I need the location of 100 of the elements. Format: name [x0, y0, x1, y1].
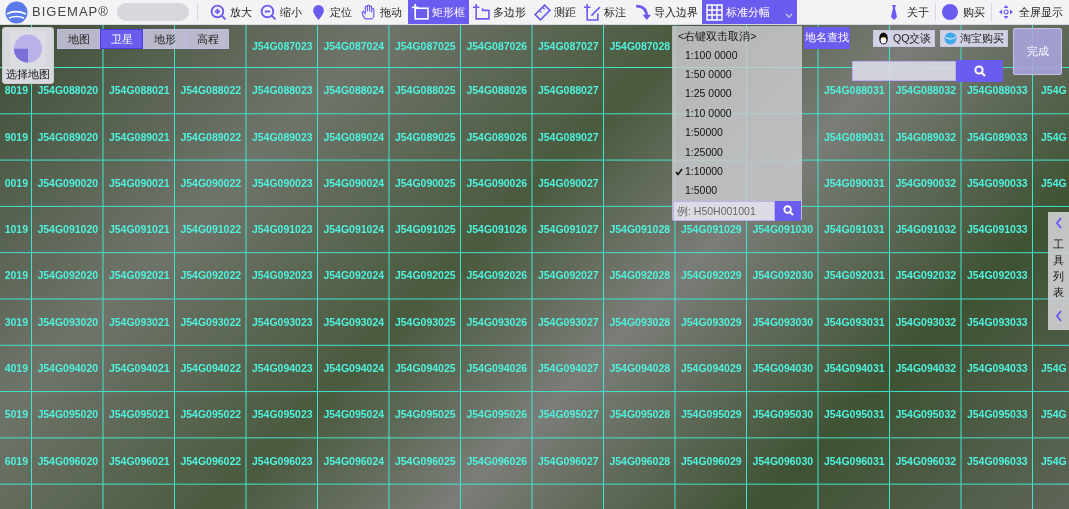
map-sheet-label: J54G090022	[180, 175, 242, 191]
map-sheet-label: J54G094029	[680, 361, 742, 377]
map-sheet-label: J54G088032	[895, 83, 957, 99]
toolbar-button[interactable]: 拖动	[355, 0, 406, 24]
map-sheet-label: J54G091025	[394, 222, 456, 238]
map-sheet-label: J54G091021	[108, 222, 170, 238]
map-sheet-label: J54G094025	[394, 361, 456, 377]
map-type-tab[interactable]: 高程	[186, 29, 229, 49]
search-button[interactable]	[956, 60, 1003, 82]
map-sheet-label: J54G092028	[609, 268, 671, 284]
map-sheet-label: J54G089026	[466, 129, 528, 145]
scale-option[interactable]: 1:25000	[672, 142, 802, 163]
map-sheet-label: J54G095031	[823, 407, 885, 423]
scale-option[interactable]: 1:10 0000	[672, 103, 802, 124]
toolbar-button[interactable]: 缩小	[255, 0, 306, 24]
map-sheet-label: J54G095025	[394, 407, 456, 423]
map-sheet-label: J54G094028	[609, 361, 671, 377]
map-sheet-label: J54G087027	[537, 38, 599, 54]
input-field[interactable]: 例: H50H001001	[673, 200, 775, 221]
toolbar-button[interactable]: 矩形框	[407, 0, 469, 24]
map-sheet-label: J54G093033	[966, 314, 1028, 330]
map-sheet-label: J54G095028	[609, 407, 671, 423]
map-sheet-label: J54G091026	[466, 222, 528, 238]
map-sheet-label: J54G092033	[966, 268, 1028, 284]
map-sheet-label: J54G090026	[466, 175, 528, 191]
map-sheet-label: J54G091024	[323, 222, 385, 238]
map-sheet-label: J54G093020	[37, 314, 99, 330]
map-sheet-label: J54G	[1041, 83, 1067, 99]
penguin-icon	[877, 32, 890, 45]
toolbar-button[interactable]: 标准分幅	[701, 0, 797, 24]
map-sheet-label: J54G094030	[752, 361, 814, 377]
map-sheet-label: J54G087024	[323, 38, 385, 54]
map-sheet-label: J54G	[1041, 361, 1067, 377]
map-sheet-label: J54G093027	[537, 314, 599, 330]
map-selector-label: 选择地图	[6, 67, 50, 83]
map-sheet-label: J54G093021	[108, 314, 170, 330]
search-field[interactable]	[852, 61, 956, 81]
map-sheet-label: J54G096030	[752, 453, 814, 469]
map-sheet-label: J54G093030	[752, 314, 814, 330]
scale-option[interactable]: 1:5000	[672, 181, 802, 201]
map-type-tab[interactable]: 地图	[57, 29, 100, 49]
map-sheet-label: 4019	[4, 361, 28, 377]
toolbar-button[interactable]: 多边形	[468, 0, 530, 24]
map-sheet-label: J54G090027	[537, 175, 599, 191]
map-sheet-label: J54G095027	[537, 407, 599, 423]
map-sheet-label: J54G087023	[251, 38, 313, 54]
toolbar-button[interactable]: 导入边界	[629, 0, 702, 24]
map-type-tab[interactable]: 地形	[143, 29, 186, 49]
contact-button[interactable]: 淘宝购买	[940, 30, 1009, 47]
map-sheet-label: J54G092032	[895, 268, 957, 284]
toolbar-button[interactable]: 关于	[880, 0, 935, 24]
map-sheet-label: J54G093025	[394, 314, 456, 330]
contact-button[interactable]: QQ交谈	[873, 30, 936, 47]
marker-box-icon	[583, 3, 601, 21]
toolbar-button[interactable]: 全屏显示	[992, 0, 1069, 24]
polygon-icon	[472, 3, 490, 21]
toolbar-button[interactable]: 标注	[579, 0, 630, 24]
map-sheet-label: 8019	[4, 83, 28, 99]
map-sheet-label: 3019	[4, 314, 28, 330]
map-sheet-label: J54G091022	[180, 222, 242, 238]
map-sheet-label: J54G088025	[394, 83, 456, 99]
map-sheet-label: J54G096028	[609, 453, 671, 469]
search-icon	[973, 65, 986, 77]
ruler-icon	[533, 3, 551, 21]
map-sheet-label: J54G089031	[823, 129, 885, 145]
map-sheet-label: J54G091023	[251, 222, 313, 238]
toolbar-button[interactable]: 测距	[529, 0, 580, 24]
fullscreen-icon	[998, 4, 1014, 20]
map-sheet-label: J54G	[1041, 175, 1067, 191]
map-sheet-label: J54G095033	[966, 407, 1028, 423]
map-sheet-label: J54G096029	[680, 453, 742, 469]
map-sheet-label: J54G093026	[466, 314, 528, 330]
map-type-tab[interactable]: 卫星	[100, 29, 143, 49]
map-sheet-label: J54G089022	[180, 129, 242, 145]
scale-option[interactable]: 1:25 0000	[672, 84, 802, 104]
map-sheet-label: J54G088027	[537, 83, 599, 99]
map-sheet-label: J54G087026	[466, 38, 528, 54]
grid-icon	[705, 3, 723, 21]
globe-icon	[944, 32, 958, 45]
scale-option[interactable]: 1:50 0000	[672, 65, 802, 85]
toolbar-button[interactable]: 定位	[305, 0, 356, 24]
place-search-tab[interactable]: 地名查找	[804, 27, 850, 49]
map-sheet-label: J54G089027	[537, 129, 599, 145]
map-sheet-label: J54G091033	[966, 222, 1028, 238]
map-sheet-label: J54G088023	[251, 83, 313, 99]
map-selector-panel[interactable]: 选择地图	[2, 27, 54, 84]
map-sheet-label: J54G095029	[680, 407, 742, 423]
map-sheet-label: J54G095020	[37, 407, 99, 423]
map-sheet-label: 9019	[4, 129, 28, 145]
scale-option[interactable]: 1:100 0000	[672, 45, 802, 66]
map-sheet-label: J54G087025	[394, 38, 456, 54]
map-sheet-label: J54G090020	[37, 175, 99, 191]
map-sheet-label: J54G096031	[823, 453, 885, 469]
tool-list-panel[interactable]: 工具列表	[1048, 212, 1069, 330]
scale-option[interactable]: 1:10000	[672, 162, 802, 182]
map-sheet-label: J54G	[1041, 453, 1067, 469]
scale-option[interactable]: 1:50000	[672, 123, 802, 143]
toolbar-button[interactable]: 购买	[936, 0, 991, 24]
toolbar-button[interactable]: 放大	[205, 0, 256, 24]
search-button[interactable]	[775, 200, 801, 221]
